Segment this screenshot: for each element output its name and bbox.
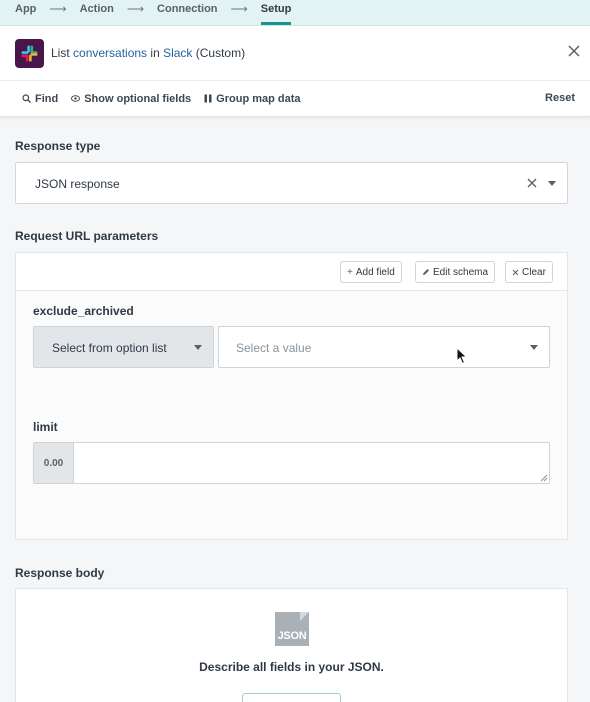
step-arrow-icon: ⟶ [230, 2, 248, 16]
wizard-stepper: App ⟶ Action ⟶ Connection ⟶ Setup [0, 0, 590, 26]
find-button[interactable]: Find [22, 93, 58, 105]
columns-icon [204, 94, 212, 103]
app-link[interactable]: Slack [163, 46, 192, 60]
option-mode-label: Select from option list [52, 341, 167, 355]
response-type-value: JSON response [35, 177, 120, 191]
step-arrow-icon: ⟶ [126, 2, 145, 16]
plus-icon: + [347, 266, 353, 278]
show-optional-fields-button[interactable]: Show optional fields [71, 93, 191, 105]
describe-fields-text: Describe all fields in your JSON. [199, 660, 384, 674]
optional-label: Show optional fields [84, 92, 192, 105]
limit-label: limit [33, 420, 58, 434]
slack-logo-icon [15, 38, 44, 68]
number-type-badge: 0.00 [34, 443, 74, 483]
select-from-option-list-button[interactable]: Select from option list [33, 326, 214, 368]
step-setup[interactable]: Setup [260, 0, 291, 25]
response-type-label: Response type [15, 139, 101, 153]
edit-schema-label: Edit schema [433, 266, 489, 278]
response-body-label: Response body [15, 566, 105, 580]
step-arrow-icon: ⟶ [49, 2, 67, 16]
exclude-archived-label: exclude_archived [33, 304, 134, 318]
close-icon[interactable] [567, 44, 581, 58]
chevron-down-icon[interactable] [548, 181, 556, 186]
add-field-label: Add field [355, 266, 395, 278]
step-app[interactable]: App [15, 0, 36, 18]
find-label: Find [35, 92, 59, 105]
clear-label: Clear [522, 266, 546, 278]
resize-handle-icon[interactable] [540, 474, 548, 482]
step-action[interactable]: Action [80, 0, 114, 18]
clear-button[interactable]: Clear [505, 261, 553, 283]
limit-input[interactable]: 0.00 [33, 442, 550, 484]
group-label: Group map data [216, 92, 301, 105]
eye-icon [71, 95, 81, 102]
reset-button[interactable]: Reset [545, 92, 575, 104]
step-connection[interactable]: Connection [157, 0, 218, 18]
action-title: List conversations in Slack (Custom) [51, 46, 245, 60]
add-field-button[interactable]: + Add field [340, 261, 402, 283]
search-icon [22, 94, 31, 103]
url-params-panel: + Add field Edit schema Clear exclude_arc… [15, 252, 568, 540]
title-middle: in [147, 46, 164, 60]
mouse-cursor-icon [456, 347, 468, 365]
clear-icon[interactable] [527, 178, 537, 188]
chevron-down-icon [194, 345, 202, 350]
action-header: List conversations in Slack (Custom) [0, 26, 590, 80]
object-link[interactable]: conversations [73, 46, 147, 60]
response-body-panel: JSON Describe all fields in your JSON. [15, 588, 568, 702]
url-params-toolbar: + Add field Edit schema Clear [16, 253, 567, 291]
exclude-archived-value-select[interactable]: Select a value [218, 326, 550, 368]
chevron-down-icon [530, 345, 538, 350]
title-prefix: List [51, 46, 74, 60]
json-file-icon: JSON [275, 612, 309, 646]
pencil-icon [423, 269, 429, 275]
edit-schema-button[interactable]: Edit schema [415, 261, 496, 283]
group-map-data-button[interactable]: Group map data [204, 92, 301, 105]
title-suffix: (Custom) [192, 46, 246, 60]
toolbar: Find Show optional fields Group map data… [0, 80, 590, 117]
value-placeholder: Select a value [236, 341, 312, 355]
response-type-select[interactable]: JSON response [15, 162, 568, 204]
response-body-action-button[interactable] [242, 693, 341, 702]
close-icon [512, 269, 519, 275]
url-params-label: Request URL parameters [15, 229, 159, 243]
